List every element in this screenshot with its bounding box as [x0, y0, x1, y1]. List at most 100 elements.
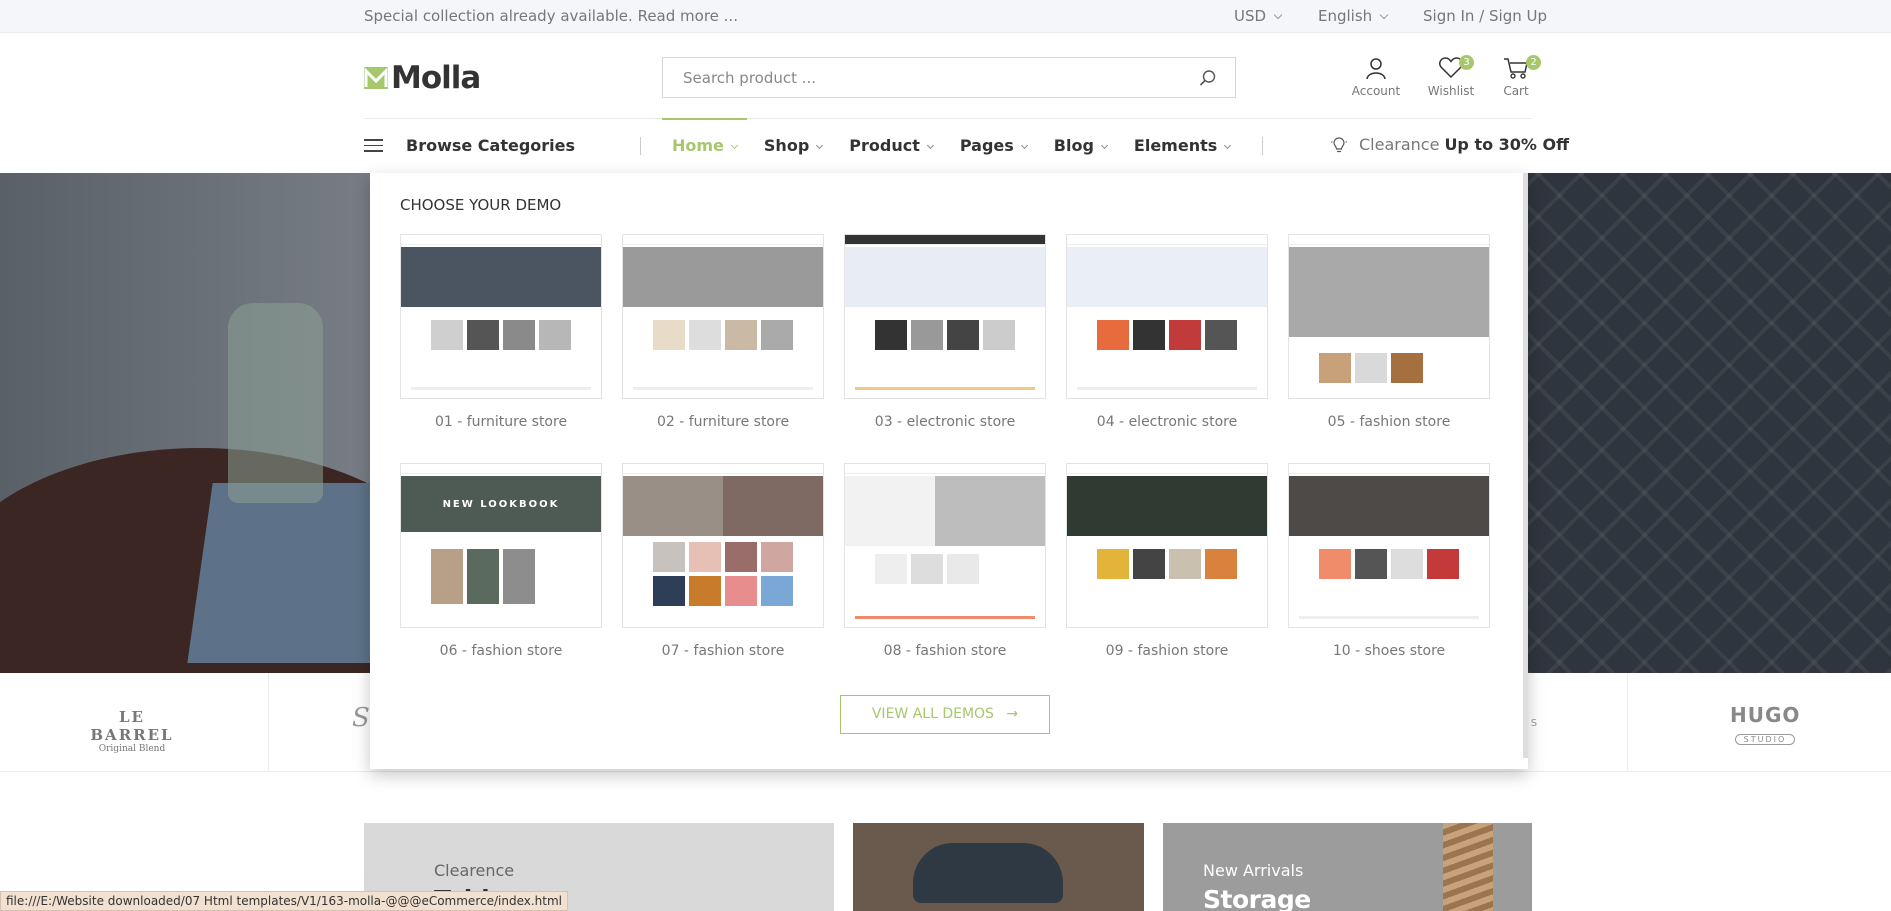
demo-thumbnail[interactable]	[400, 234, 602, 399]
demo-label[interactable]: 02 - furniture store	[622, 414, 824, 430]
thumb-header	[1067, 464, 1267, 474]
menu-item-pages[interactable]: Pages	[950, 118, 1037, 173]
demo-label[interactable]: 04 - electronic store	[1066, 414, 1268, 430]
brand-logo-partial[interactable]: S	[352, 703, 370, 733]
thumb-hero	[1289, 247, 1489, 337]
thumb-header	[1067, 235, 1267, 245]
brand-logo-lebarrel[interactable]: LE BARREL Original Blend	[80, 708, 184, 754]
demo-card[interactable]: 10 - shoes store	[1288, 463, 1490, 659]
thumb-tiles	[653, 320, 793, 350]
language-dropdown[interactable]: English	[1318, 7, 1389, 25]
menu-item-blog[interactable]: Blog	[1044, 118, 1117, 173]
demo-card[interactable]: 09 - fashion store	[1066, 463, 1268, 659]
language-label: English	[1318, 7, 1373, 25]
mega-menu-title: CHOOSE YOUR DEMO	[400, 196, 562, 214]
demo-label[interactable]: 10 - shoes store	[1288, 643, 1490, 659]
menu-item-label: Blog	[1053, 136, 1094, 155]
demo-thumbnail[interactable]	[1288, 463, 1490, 628]
demo-card[interactable]: 07 - fashion store	[622, 463, 824, 659]
banner-image	[1443, 823, 1493, 911]
promo-link[interactable]: Special collection already available. Re…	[364, 7, 738, 25]
search-box	[662, 57, 1236, 98]
thumb-tiles	[431, 320, 571, 350]
demo-label[interactable]: 07 - fashion store	[622, 643, 824, 659]
demo-card[interactable]: 02 - furniture store	[622, 234, 824, 430]
thumb-footer	[633, 387, 813, 390]
banner-storage[interactable]: New Arrivals Storage	[1163, 823, 1532, 911]
hamburger-icon	[364, 135, 383, 156]
demo-thumbnail[interactable]	[844, 234, 1046, 399]
demo-card[interactable]: 03 - electronic store	[844, 234, 1046, 430]
logo-mark-icon	[364, 67, 388, 89]
brand-logo-hugo[interactable]: HUGO STUDIO	[1730, 703, 1800, 746]
thumb-tiles	[653, 542, 793, 606]
menu-item-elements[interactable]: Elements	[1124, 118, 1240, 173]
thumb-tiles	[431, 549, 571, 604]
demo-thumbnail[interactable]: NEW LOOKBOOK	[400, 463, 602, 628]
thumb-footer	[855, 387, 1035, 390]
demo-card[interactable]: 04 - electronic store	[1066, 234, 1268, 430]
account-button[interactable]: Account	[1340, 56, 1412, 98]
logo[interactable]: Molla	[364, 60, 481, 96]
cart-icon	[1504, 58, 1528, 79]
thumb-tiles	[1319, 549, 1459, 579]
clearance-link[interactable]: Clearance Up to 30% Off	[1331, 135, 1569, 154]
menu-item-home[interactable]: Home	[662, 118, 747, 173]
thumb-footer	[855, 616, 1035, 619]
thumb-tiles	[875, 554, 1015, 584]
menu-item-label: Product	[849, 136, 920, 155]
clearance-offer: Up to 30% Off	[1444, 135, 1570, 154]
menu-item-product[interactable]: Product	[839, 118, 943, 173]
demo-thumbnail[interactable]	[622, 463, 824, 628]
cart-button[interactable]: 2 Cart	[1480, 55, 1552, 98]
banner-image	[913, 843, 1063, 903]
banner-subtitle: Clearence	[434, 861, 515, 880]
chevron-down-icon	[816, 141, 824, 150]
search-icon[interactable]	[1199, 69, 1217, 87]
menu-item-label: Pages	[959, 136, 1014, 155]
demo-thumbnail[interactable]	[622, 234, 824, 399]
search-input[interactable]	[683, 69, 1163, 87]
wishlist-button[interactable]: 3 Wishlist	[1415, 55, 1487, 98]
thumb-footer	[1299, 616, 1479, 619]
demo-label[interactable]: 01 - furniture store	[400, 414, 602, 430]
demo-label[interactable]: 09 - fashion store	[1066, 643, 1268, 659]
banner-middle[interactable]	[853, 823, 1144, 911]
demo-card[interactable]: 01 - furniture store	[400, 234, 602, 430]
signin-link[interactable]: Sign In / Sign Up	[1423, 7, 1547, 25]
thumb-header	[401, 235, 601, 245]
browse-categories-label: Browse Categories	[406, 135, 576, 155]
demo-thumbnail[interactable]	[1066, 234, 1268, 399]
currency-dropdown[interactable]: USD	[1234, 7, 1283, 25]
mega-menu-scrollbar[interactable]	[1523, 173, 1528, 758]
view-all-demos-button[interactable]: VIEW ALL DEMOS →	[840, 695, 1050, 734]
brand-name: LE BARREL	[90, 708, 174, 744]
scrollbar-thumb[interactable]	[1523, 173, 1528, 758]
top-bar: Special collection already available. Re…	[0, 0, 1891, 33]
hero-fabric-image	[1525, 173, 1891, 673]
chevron-down-icon	[926, 141, 934, 150]
demo-thumbnail[interactable]	[844, 463, 1046, 628]
banner-subtitle: New Arrivals	[1203, 861, 1304, 880]
demo-label[interactable]: 08 - fashion store	[844, 643, 1046, 659]
demo-thumbnail[interactable]	[1066, 463, 1268, 628]
thumb-hero	[845, 476, 1045, 546]
demo-thumbnail[interactable]	[1288, 234, 1490, 399]
thumb-hero	[1067, 476, 1267, 536]
demo-label[interactable]: 05 - fashion store	[1288, 414, 1490, 430]
thumb-hero	[1067, 247, 1267, 307]
menu-item-label: Shop	[763, 136, 810, 155]
chevron-down-icon	[730, 141, 738, 150]
chevron-down-icon	[1100, 141, 1108, 150]
brand-tagline: STUDIO	[1734, 734, 1796, 745]
browse-categories-button[interactable]: Browse Categories	[364, 135, 575, 156]
demo-label[interactable]: 03 - electronic store	[844, 414, 1046, 430]
demo-card[interactable]: 05 - fashion store	[1288, 234, 1490, 430]
demo-label[interactable]: 06 - fashion store	[400, 643, 602, 659]
thumb-tiles	[1319, 353, 1459, 383]
demo-card[interactable]: 08 - fashion store	[844, 463, 1046, 659]
cart-label: Cart	[1503, 84, 1529, 98]
demo-card[interactable]: NEW LOOKBOOK 06 - fashion store	[400, 463, 602, 659]
logo-text: Molla	[391, 60, 481, 96]
menu-item-shop[interactable]: Shop	[754, 118, 832, 173]
